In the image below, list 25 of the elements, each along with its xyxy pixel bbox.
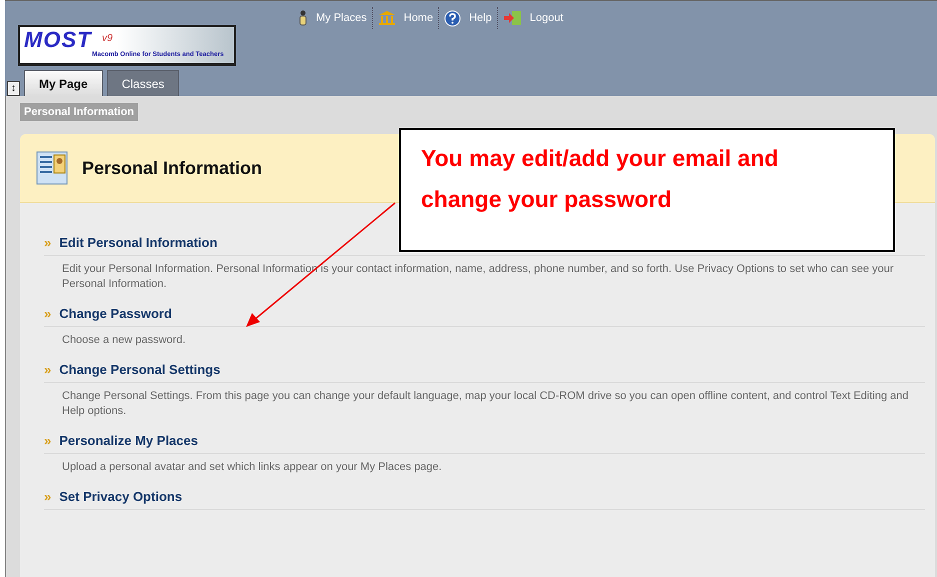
callout-box: You may edit/add your email and change your password	[399, 128, 895, 252]
option-link[interactable]: Set Privacy Options	[59, 489, 182, 504]
tab[interactable]: My Page	[24, 70, 103, 96]
option-description: Change Personal Settings. From this page you can change your default language, map your local CD-ROM drive so you can open offline content, and control Text Editing and Help options.	[61, 389, 910, 419]
option-link[interactable]: Personalize My Places	[59, 433, 198, 448]
person-icon	[298, 10, 308, 26]
option-description: Upload a personal avatar and set which links appear on your My Places page.	[61, 460, 443, 475]
door-arrow-icon	[502, 10, 522, 26]
option-description: Choose a new password.	[61, 333, 187, 348]
option-link[interactable]: Edit Personal Information	[59, 235, 218, 250]
option-link[interactable]: Change Password	[59, 306, 172, 321]
logo-version: v9	[102, 33, 113, 44]
bullet-icon: »	[44, 235, 52, 250]
panel-title: Personal Information	[82, 158, 262, 178]
bullet-icon: »	[44, 489, 52, 504]
bullet-icon: »	[44, 433, 52, 448]
collapse-toggle[interactable]: ↕	[7, 81, 20, 96]
building-icon	[378, 10, 396, 26]
help-icon	[444, 10, 462, 26]
tab[interactable]: Classes	[106, 70, 180, 96]
option-link[interactable]: Change Personal Settings	[59, 362, 220, 377]
bullet-icon: »	[44, 306, 52, 321]
id-card-icon	[36, 151, 68, 185]
bullet-icon: »	[44, 362, 52, 377]
logo-name: MOST	[24, 27, 92, 53]
